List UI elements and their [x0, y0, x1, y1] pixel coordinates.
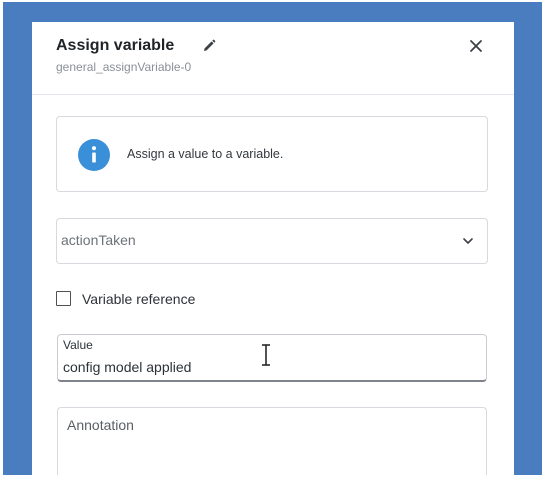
background-frame: Assign variable general_assignVariable-0…	[3, 2, 542, 475]
variable-reference-row: Variable reference	[56, 289, 256, 309]
panel-header: Assign variable general_assignVariable-0	[32, 22, 514, 95]
variable-reference-label: Variable reference	[82, 291, 196, 307]
panel-subtitle: general_assignVariable-0	[56, 60, 192, 74]
variable-select-value: actionTaken	[61, 232, 136, 248]
info-text: Assign a value to a variable.	[127, 147, 284, 161]
annotation-field-label: Annotation	[67, 417, 134, 433]
value-field[interactable]: Value config model applied	[57, 334, 487, 382]
value-field-label: Value	[63, 338, 93, 352]
info-icon	[78, 139, 110, 171]
info-message: Assign a value to a variable.	[56, 116, 488, 192]
chevron-down-icon[interactable]	[461, 234, 475, 248]
text-cursor-icon	[262, 344, 270, 366]
pencil-icon[interactable]	[201, 38, 217, 54]
panel-title: Assign variable	[56, 37, 175, 54]
variable-select[interactable]: actionTaken	[56, 218, 488, 264]
value-field-input[interactable]: config model applied	[63, 359, 191, 375]
assign-variable-panel: Assign variable general_assignVariable-0…	[32, 22, 514, 475]
variable-reference-checkbox[interactable]	[56, 291, 71, 306]
close-icon[interactable]	[466, 36, 486, 56]
annotation-field[interactable]: Annotation	[57, 407, 487, 475]
